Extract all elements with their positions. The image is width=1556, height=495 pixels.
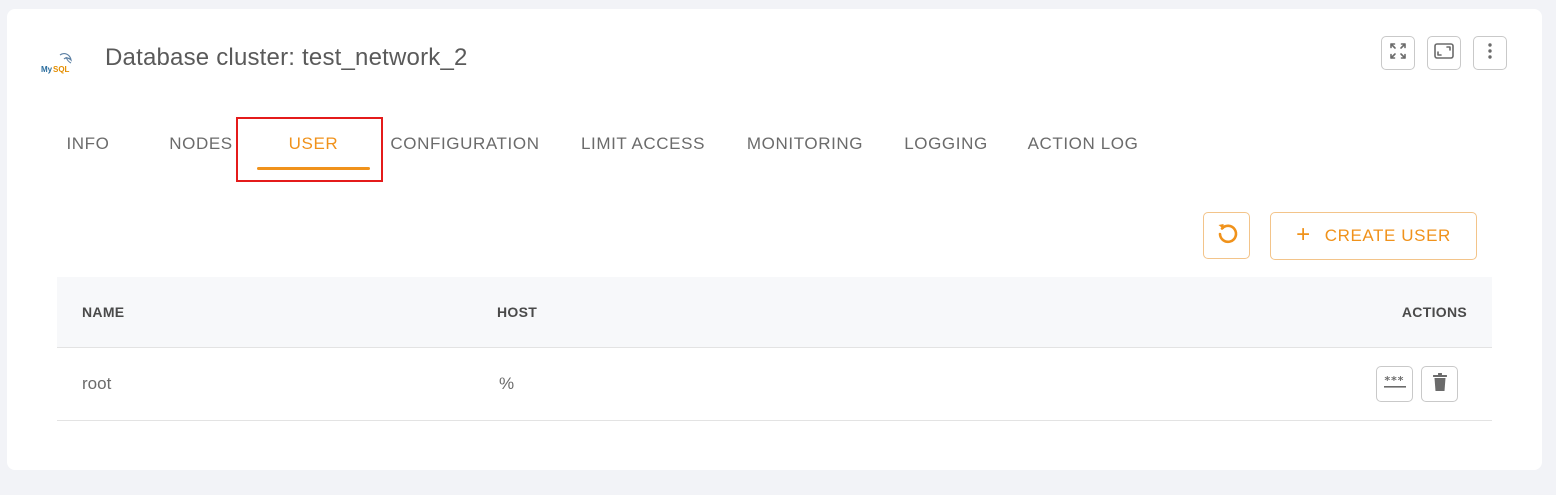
column-header-host: HOST	[497, 304, 538, 320]
tab-label: USER	[288, 134, 339, 153]
trash-icon	[1432, 372, 1447, 396]
cluster-card: My SQL Database cluster: test_network_2	[7, 9, 1542, 470]
tab-action-log[interactable]: ACTION LOG	[1025, 119, 1141, 169]
tab-label: ACTION LOG	[1027, 134, 1139, 153]
tab-label: MONITORING	[746, 134, 864, 153]
fullscreen-button[interactable]	[1381, 36, 1415, 70]
tab-label: NODES	[169, 134, 233, 153]
svg-text:***: ***	[1384, 375, 1404, 387]
refresh-button[interactable]	[1203, 212, 1250, 259]
table-row: root % ***	[57, 348, 1492, 421]
create-user-button[interactable]: + CREATE USER	[1270, 212, 1477, 260]
column-header-actions: ACTIONS	[1401, 304, 1467, 320]
active-tab-indicator	[257, 167, 370, 170]
cell-user-host: %	[499, 374, 515, 393]
tab-configuration[interactable]: CONFIGURATION	[387, 119, 543, 169]
tab-info[interactable]: INFO	[61, 119, 115, 169]
tab-user[interactable]: USER	[257, 119, 370, 170]
cell-user-name: root	[82, 374, 112, 393]
tab-label: LOGGING	[904, 134, 988, 153]
column-header-name: NAME	[82, 304, 125, 320]
mysql-logo-icon: My SQL	[40, 51, 76, 75]
vertical-dots-icon	[1487, 42, 1493, 65]
delete-user-button[interactable]	[1421, 366, 1458, 402]
tab-monitoring[interactable]: MONITORING	[744, 119, 866, 169]
card-header: My SQL Database cluster: test_network_2	[7, 9, 1542, 109]
tab-nodes[interactable]: NODES	[164, 119, 238, 169]
create-user-label: CREATE USER	[1324, 226, 1451, 245]
change-password-button[interactable]: ***	[1376, 366, 1413, 402]
tab-bar: INFO NODES USER CONFIGURATION LIMIT ACCE…	[7, 119, 1207, 179]
svg-text:My: My	[41, 65, 53, 74]
table-header: NAME HOST ACTIONS	[57, 277, 1492, 348]
page-title: Database cluster: test_network_2	[105, 44, 468, 71]
plus-icon: +	[1296, 220, 1311, 248]
more-menu-button[interactable]	[1473, 36, 1507, 70]
expand-arrows-icon	[1388, 41, 1408, 66]
svg-text:SQL: SQL	[53, 65, 70, 74]
window-frame-icon	[1433, 41, 1455, 66]
tab-label: LIMIT ACCESS	[580, 134, 706, 153]
tab-limit-access[interactable]: LIMIT ACCESS	[577, 119, 709, 169]
tab-logging[interactable]: LOGGING	[902, 119, 990, 169]
tab-label: CONFIGURATION	[390, 134, 540, 153]
window-mode-button[interactable]	[1427, 36, 1461, 70]
password-dots-icon: ***	[1383, 374, 1407, 394]
tab-label: INFO	[66, 134, 110, 153]
users-table: NAME HOST ACTIONS root % ***	[57, 277, 1492, 421]
refresh-icon	[1214, 220, 1240, 251]
